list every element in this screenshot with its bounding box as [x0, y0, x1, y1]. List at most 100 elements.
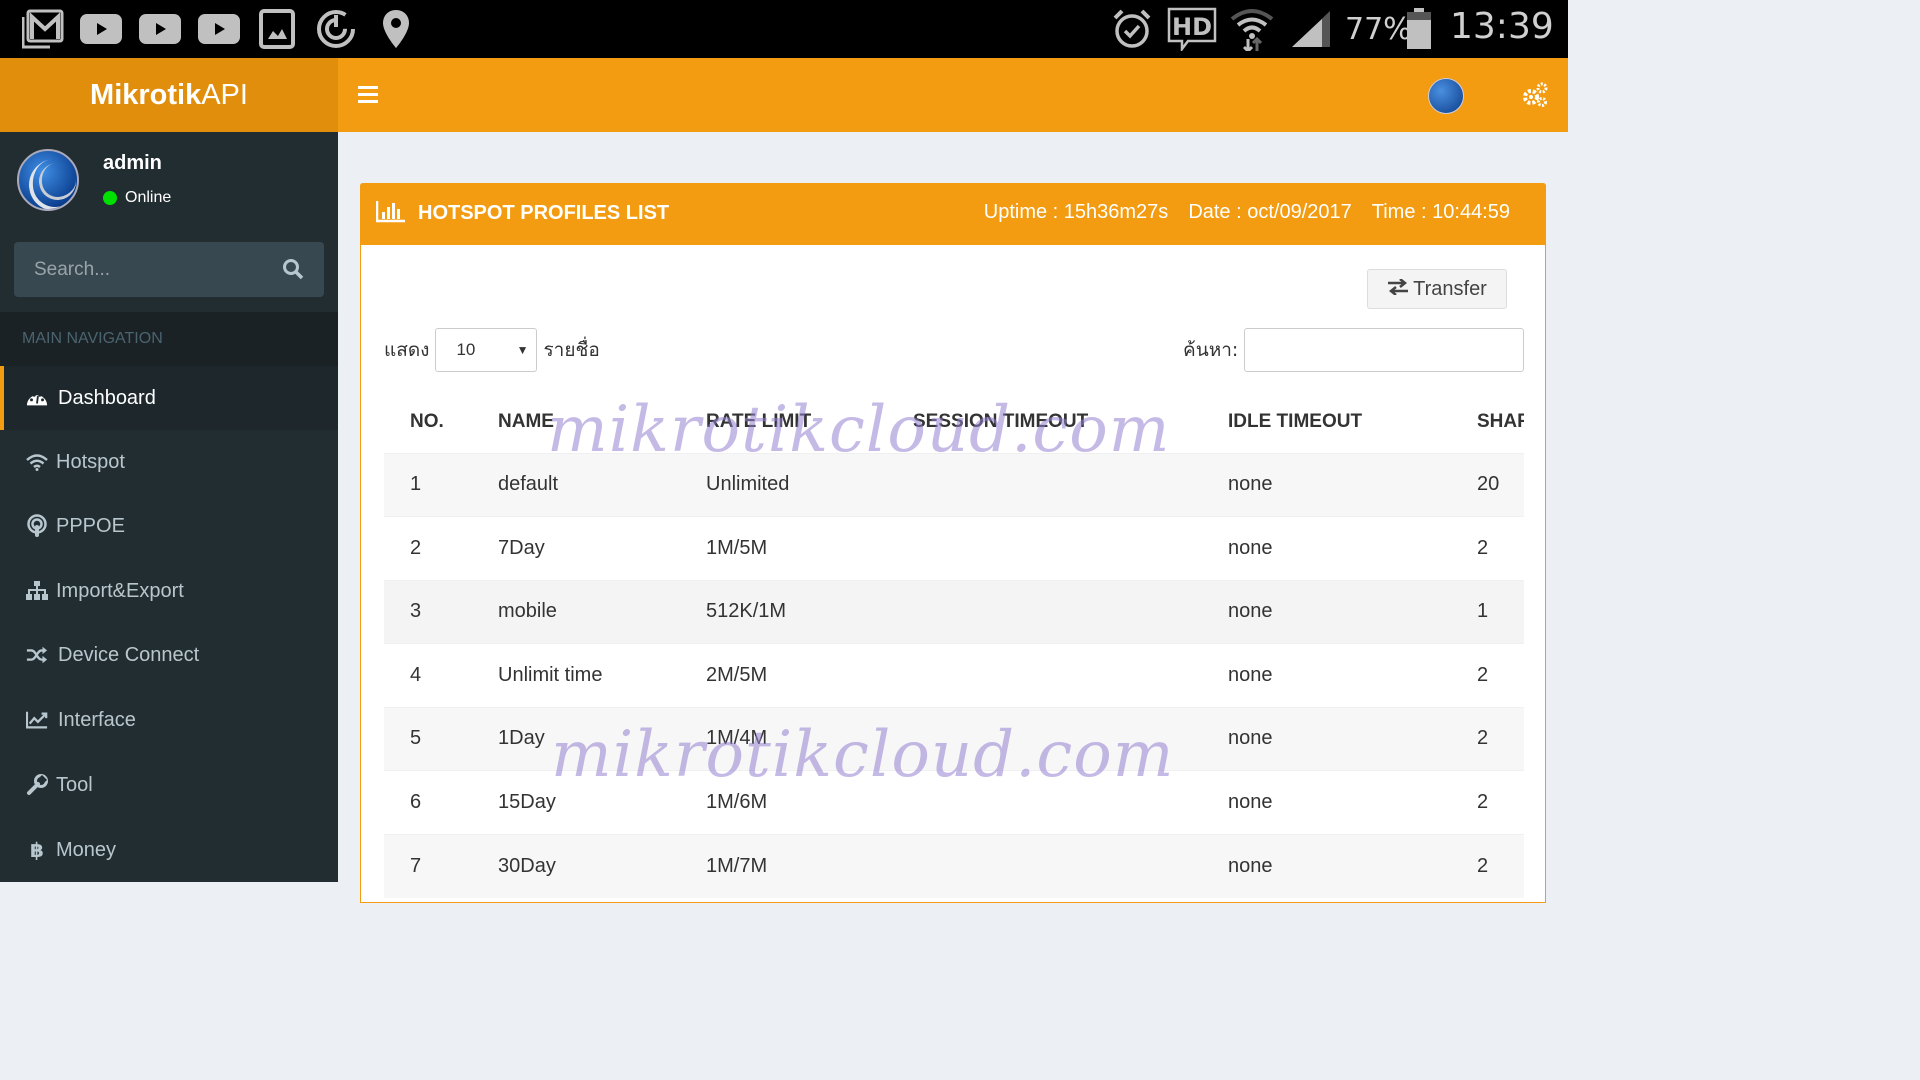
cell-no: 5: [410, 727, 422, 750]
cell-idle-timeout: none: [1228, 727, 1273, 750]
wifi-icon: [1230, 8, 1274, 51]
cell-session-timeout: [887, 707, 1202, 771]
cell-name: 15Day: [498, 790, 556, 813]
table-row[interactable]: 7 30Day 1M/7M none 2: [384, 834, 1524, 898]
sync-icon: [316, 8, 356, 50]
table-row[interactable]: 1 default Unlimited none 20: [384, 453, 1524, 517]
system-info: Uptime : 15h36m27s Date : oct/09/2017 Ti…: [984, 201, 1510, 224]
column-header-no[interactable]: NO.: [384, 391, 472, 453]
cell-rate-limit: 1M/5M: [706, 536, 768, 559]
top-navbar: [338, 58, 1568, 132]
user-menu-avatar[interactable]: [1428, 78, 1464, 114]
user-status: Online: [103, 189, 171, 207]
sidebar: admin Online MAIN NAVIGATION Dashboard H…: [0, 132, 338, 882]
avatar: [17, 149, 79, 211]
sidebar-item-dashboard[interactable]: Dashboard: [0, 366, 338, 430]
column-header-rate-limit[interactable]: RATE LIMIT: [680, 391, 887, 453]
sidebar-toggle-icon[interactable]: [358, 86, 378, 104]
cell-session-timeout: [887, 580, 1202, 644]
sidebar-item-money[interactable]: ฿ Money: [0, 818, 338, 882]
dashboard-icon: [26, 387, 48, 409]
column-header-idle-timeout[interactable]: IDLE TIMEOUT: [1202, 391, 1451, 453]
clock: 13:39: [1450, 6, 1554, 47]
alarm-icon: [1112, 8, 1152, 50]
cell-shared-users: 20: [1477, 473, 1500, 496]
youtube-icon: [198, 8, 240, 50]
cell-session-timeout: [887, 771, 1202, 835]
cell-idle-timeout: none: [1228, 473, 1273, 496]
cell-name: mobile: [498, 600, 557, 623]
table-row[interactable]: 2 7Day 1M/5M none 2: [384, 516, 1524, 581]
cell-idle-timeout: none: [1228, 663, 1273, 686]
transfer-button[interactable]: Transfer: [1367, 269, 1507, 309]
cell-shared-users: 2: [1477, 536, 1489, 559]
wifi-icon: [26, 451, 48, 473]
cell-no: 7: [410, 854, 422, 877]
nav-header: MAIN NAVIGATION: [0, 312, 338, 366]
table-row[interactable]: 5 1Day 1M/4M none 2: [384, 707, 1524, 771]
app-logo[interactable]: Mikrotik API: [0, 58, 338, 132]
logo-bold: Mikrotik: [90, 78, 202, 111]
logo-light: API: [201, 78, 248, 111]
svg-text:HD: HD: [1172, 13, 1212, 41]
cell-shared-users: 2: [1477, 663, 1489, 686]
cell-idle-timeout: none: [1228, 600, 1273, 623]
cell-rate-limit: 2M/5M: [706, 663, 768, 686]
sidebar-search-input[interactable]: [14, 242, 274, 297]
cell-no: 6: [410, 790, 422, 813]
page-length-select[interactable]: 10 ▼: [435, 328, 538, 372]
sidebar-search: [14, 242, 324, 297]
cell-session-timeout: [887, 834, 1202, 898]
sidebar-item-label: Device Connect: [58, 643, 200, 666]
sidebar-item-interface[interactable]: Interface: [0, 688, 338, 752]
sidebar-item-import-export[interactable]: Import&Export: [0, 559, 338, 623]
sidebar-item-label: PPPOE: [56, 514, 125, 537]
cell-name: default: [498, 473, 559, 496]
sidebar-item-device-connect[interactable]: Device Connect: [0, 623, 338, 687]
wrench-icon: [26, 774, 48, 796]
cell-idle-timeout: none: [1228, 854, 1273, 877]
cell-rate-limit: 1M/4M: [706, 727, 768, 750]
table-search-input[interactable]: [1244, 328, 1525, 372]
column-header-session-timeout[interactable]: SESSION TIMEOUT: [887, 391, 1202, 453]
cell-idle-timeout: none: [1228, 536, 1273, 559]
cell-idle-timeout: none: [1228, 790, 1273, 813]
uptime: Uptime : 15h36m27s: [983, 201, 1169, 223]
settings-gears-icon[interactable]: [1522, 82, 1548, 108]
sidebar-item-label: Import&Export: [56, 579, 184, 602]
length-prefix: แสดง: [384, 339, 430, 361]
sidebar-item-pppoe[interactable]: PPPOE: [0, 494, 338, 558]
gallery-icon: [259, 8, 295, 50]
cell-no: 1: [410, 473, 422, 496]
sidebar-item-label: Hotspot: [56, 450, 125, 473]
table-row[interactable]: 4 Unlimit time 2M/5M none 2: [384, 643, 1524, 708]
time: Time : 10:44:59: [1371, 201, 1510, 223]
cell-name: 30Day: [498, 854, 556, 877]
cell-rate-limit: 1M/7M: [706, 854, 768, 877]
user-panel: admin Online: [0, 132, 338, 242]
cell-no: 3: [410, 600, 422, 623]
bar-chart-icon: [375, 201, 406, 223]
column-header-shared-users[interactable]: SHARED USERS: [1451, 391, 1524, 453]
cell-session-timeout: [887, 517, 1202, 581]
sidebar-item-tool[interactable]: Tool: [0, 753, 338, 817]
column-header-name[interactable]: NAME: [472, 391, 680, 453]
box-title: HOTSPOT PROFILES LIST: [418, 202, 670, 224]
length-suffix: รายชื่อ: [543, 339, 600, 361]
battery-percent: 77%: [1345, 12, 1412, 47]
cell-rate-limit: 1M/6M: [706, 790, 768, 813]
podcast-icon: [26, 514, 48, 537]
page-length-control: แสดง 10 ▼ รายชื่อ: [384, 328, 600, 372]
search-icon[interactable]: [282, 258, 304, 280]
chevron-down-icon: ▼: [516, 343, 529, 357]
cell-no: 2: [410, 536, 422, 559]
table-row[interactable]: 3 mobile 512K/1M none 1: [384, 580, 1524, 644]
sidebar-item-hotspot[interactable]: Hotspot: [0, 430, 338, 494]
cell-rate-limit: Unlimited: [706, 473, 790, 496]
user-name: admin: [103, 152, 162, 174]
table-row[interactable]: 6 15Day 1M/6M none 2: [384, 770, 1524, 835]
sidebar-item-label: Money: [56, 838, 117, 861]
cell-shared-users: 2: [1477, 854, 1489, 877]
cell-shared-users: 2: [1477, 790, 1489, 813]
cell-name: 1Day: [498, 727, 545, 750]
